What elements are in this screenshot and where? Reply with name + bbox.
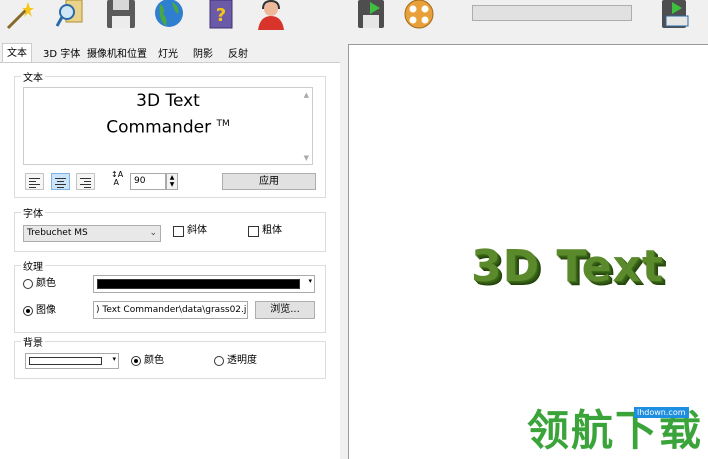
chevron-down-icon: ▾ <box>308 277 312 285</box>
watermark-url: lhdown.com <box>634 407 689 418</box>
align-left-button[interactable] <box>25 173 44 190</box>
text-group: 文本 3D Text Commander TM ▲ ▼ ↕A A 90 ▲▼ <box>14 69 326 198</box>
font-select[interactable]: Trebuchet MS ⌄ <box>23 225 161 242</box>
font-size-input[interactable]: 90 <box>130 173 166 190</box>
background-color-label: 颜色 <box>144 355 164 366</box>
texture-image-radio[interactable] <box>23 306 33 316</box>
texture-group: 纹理 颜色 ▾ 图像 ) Text Commander\data\grass02… <box>14 258 326 333</box>
background-color-radio[interactable] <box>131 356 141 366</box>
italic-checkbox[interactable] <box>173 226 184 237</box>
export-icon[interactable] <box>356 0 386 30</box>
tab-3d-font[interactable]: 3D 字体 <box>38 44 85 63</box>
settings-panel: 文本 3D Text Commander TM ▲ ▼ ↕A A 90 ▲▼ <box>0 62 340 459</box>
text-group-title: 文本 <box>21 69 45 84</box>
apply-button[interactable]: 应用 <box>222 173 316 190</box>
toolbar-progress-field <box>472 5 632 21</box>
svg-text:?: ? <box>216 5 226 26</box>
support-user-icon[interactable] <box>256 0 286 30</box>
scroll-down-icon[interactable]: ▼ <box>304 154 309 162</box>
font-group: 字体 Trebuchet MS ⌄ 斜体 粗体 <box>14 205 326 252</box>
background-transparency-radio[interactable] <box>214 356 224 366</box>
chevron-down-icon: ▾ <box>112 355 116 363</box>
tab-shadow[interactable]: 阴影 <box>188 44 218 63</box>
texture-color-picker[interactable]: ▾ <box>93 275 315 293</box>
tab-lighting[interactable]: 灯光 <box>153 44 183 63</box>
background-color-picker[interactable]: ▾ <box>25 353 119 369</box>
preview-3d-text: 3D Text <box>471 241 664 292</box>
texture-image-label: 图像 <box>36 305 56 316</box>
tab-strip: 文本 3D 字体 摄像机和位置 灯光 阴影 反射 <box>0 43 258 63</box>
preview-canvas[interactable]: 3D Text 领航下载 lhdown.com <box>348 44 708 459</box>
font-size-spinner[interactable]: ▲ ▼ <box>166 173 178 190</box>
background-group-title: 背景 <box>21 334 45 349</box>
globe-icon[interactable] <box>154 0 184 30</box>
trademark-mark: TM <box>216 119 230 129</box>
app-window: ? 文本 3D 字体 摄像机和位置 灯光 阴影 反射 文本 3D Text Co… <box>0 0 708 459</box>
browse-button[interactable]: 浏览... <box>255 301 315 319</box>
search-document-icon[interactable] <box>56 0 86 30</box>
align-right-button[interactable] <box>76 173 95 190</box>
magic-wand-icon[interactable] <box>4 0 34 30</box>
font-select-value: Trebuchet MS <box>27 228 88 238</box>
chevron-down-icon: ⌄ <box>149 228 157 238</box>
tab-text[interactable]: 文本 <box>2 43 32 63</box>
bold-label: 粗体 <box>262 225 282 236</box>
texture-color-swatch <box>97 279 300 289</box>
font-group-title: 字体 <box>21 205 45 220</box>
background-transparency-label: 透明度 <box>227 355 257 366</box>
texture-color-label: 颜色 <box>36 278 56 289</box>
align-center-button[interactable] <box>51 173 70 190</box>
background-color-swatch <box>29 357 102 365</box>
italic-label: 斜体 <box>187 225 207 236</box>
texture-image-path-input[interactable]: ) Text Commander\data\grass02.jpg <box>93 301 248 319</box>
texture-color-radio[interactable] <box>23 279 33 289</box>
help-book-icon[interactable]: ? <box>206 0 236 30</box>
toolbar: ? <box>0 0 708 38</box>
bold-checkbox[interactable] <box>248 226 259 237</box>
background-group: 背景 ▾ 颜色 透明度 <box>14 334 326 379</box>
tab-camera-position[interactable]: 摄像机和位置 <box>82 44 152 63</box>
save-icon[interactable] <box>106 0 136 30</box>
font-size-icon: ↕A A <box>111 170 124 187</box>
export-image-icon[interactable] <box>660 0 690 30</box>
panel-splitter[interactable] <box>340 38 348 459</box>
tab-reflection[interactable]: 反射 <box>223 44 253 63</box>
text-line-1: 3D Text <box>136 91 200 111</box>
texture-group-title: 纹理 <box>21 258 45 273</box>
scroll-up-icon[interactable]: ▲ <box>304 91 309 99</box>
text-line-2: Commander TM <box>24 113 312 140</box>
text-input[interactable]: 3D Text Commander TM ▲ ▼ <box>23 87 313 165</box>
movie-reel-icon[interactable] <box>404 0 434 30</box>
text-line-2-word: Commander <box>106 117 212 138</box>
